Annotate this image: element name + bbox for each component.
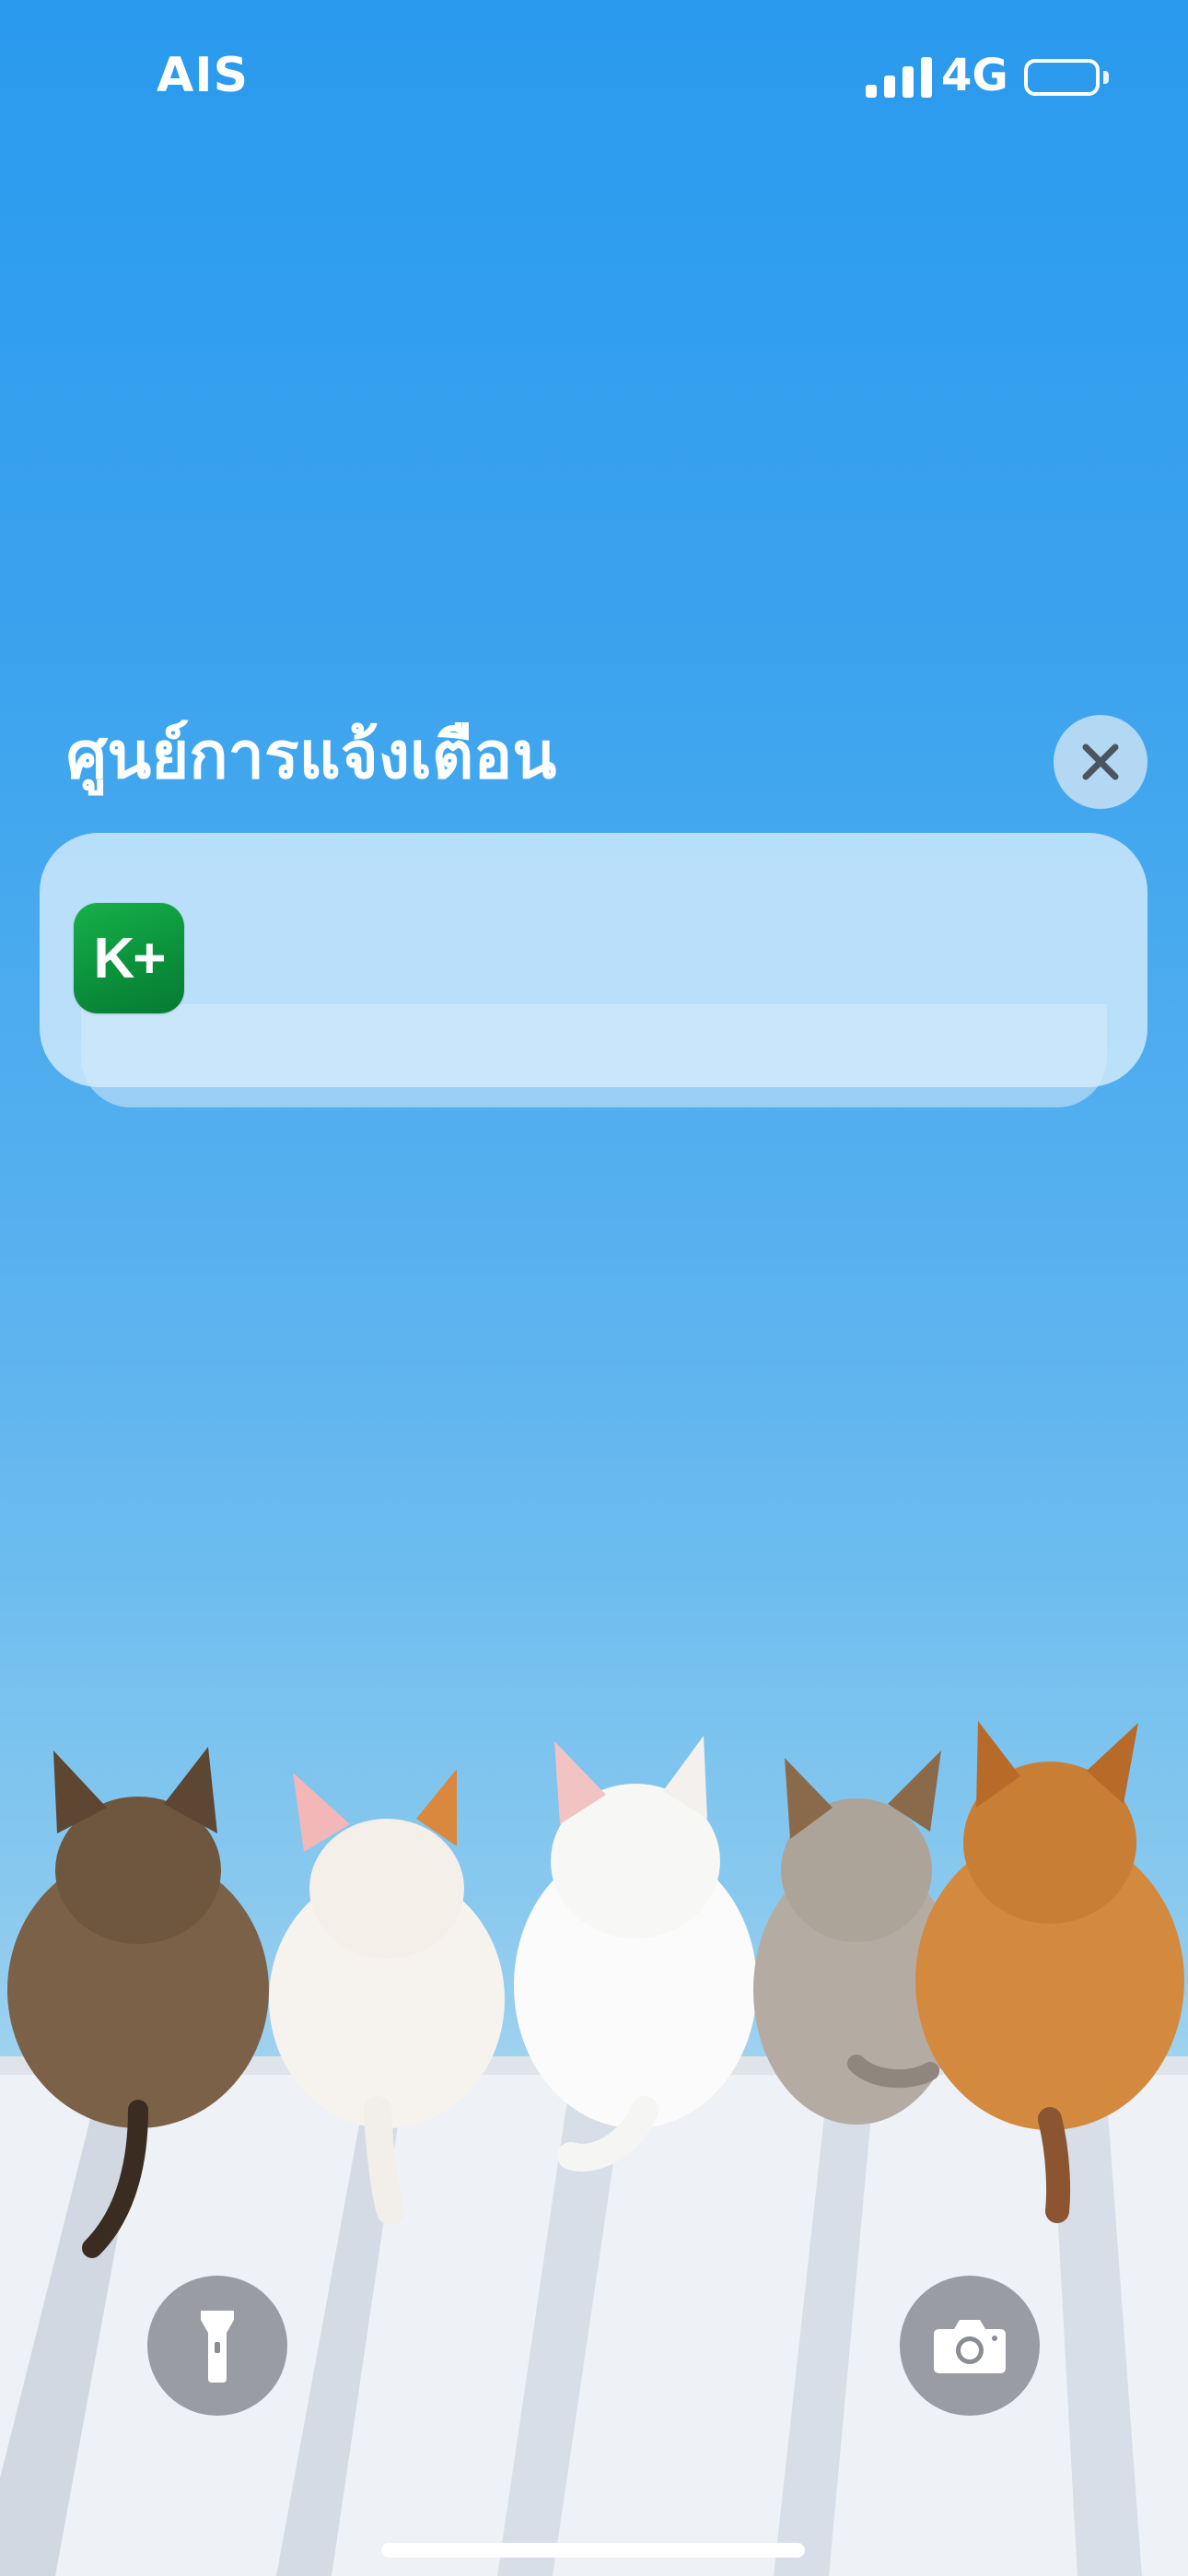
notification-center-title: ศูนย์การแจ้งเตือน [66, 718, 557, 793]
network-type: 4G [941, 50, 1008, 101]
flashlight-button[interactable] [147, 2276, 287, 2416]
wallpaper-scene [0, 1721, 1188, 2576]
kplus-app-icon-label: K+ [93, 926, 167, 990]
camera-button[interactable] [900, 2276, 1040, 2416]
notification-card-kplus[interactable] [40, 833, 1147, 1087]
camera-icon [934, 2320, 1006, 2373]
close-notifications-button[interactable] [1054, 715, 1147, 809]
kplus-app-icon: K+ [74, 903, 184, 1013]
close-icon [1082, 744, 1119, 780]
flashlight-icon [201, 2311, 234, 2383]
status-bar: AIS 4G [0, 0, 1188, 157]
battery-icon [1024, 59, 1100, 96]
battery-tip [1103, 71, 1109, 84]
carrier-name: AIS [157, 48, 250, 103]
signal-strength-icon [866, 57, 932, 98]
home-indicator[interactable] [381, 2543, 805, 2558]
